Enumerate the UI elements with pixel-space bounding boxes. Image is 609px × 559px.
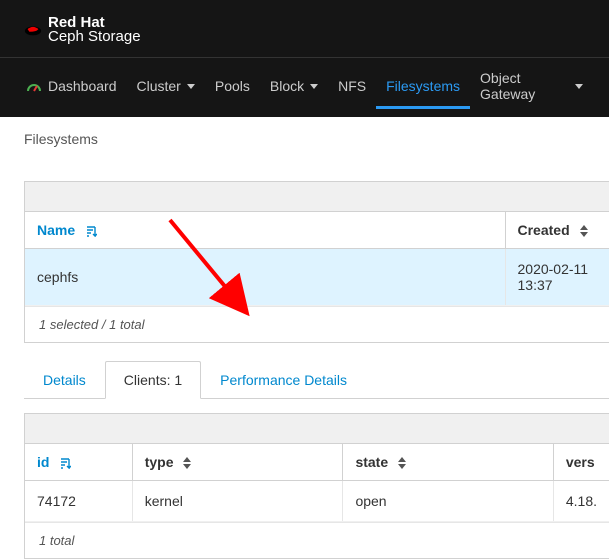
cell-name: cephfs [25,249,505,306]
nav-dashboard-label: Dashboard [48,78,117,94]
breadcrumb-text: Filesystems [24,131,98,147]
table-toolbar [25,414,609,444]
cell-type: kernel [132,481,343,522]
nav-nfs-label: NFS [338,78,366,94]
col-name[interactable]: Name [25,212,505,249]
chevron-down-icon [187,84,195,89]
filesystems-table: Name Created cephfs 2020-02-11 13:37 1 s… [24,181,609,343]
col-type-label: type [145,454,174,470]
sort-icon [398,457,406,469]
nav-pools[interactable]: Pools [205,66,260,109]
nav-block[interactable]: Block [260,66,328,109]
tab-details[interactable]: Details [24,361,105,399]
brand-line2: Ceph Storage [48,28,141,45]
nav-filesystems[interactable]: Filesystems [376,66,470,109]
table-footer: 1 total [25,522,609,558]
nav-nfs[interactable]: NFS [328,66,376,109]
table-footer: 1 selected / 1 total [25,306,609,342]
cell-vers: 4.18. [553,481,609,522]
col-type[interactable]: type [132,444,343,481]
breadcrumb: Filesystems [0,117,609,161]
nav-object-gateway-label: Object Gateway [480,70,569,102]
sort-icon [580,225,588,237]
nav-pools-label: Pools [215,78,250,94]
dashboard-icon [26,79,44,93]
col-created[interactable]: Created [505,212,609,249]
col-name-label: Name [37,222,75,238]
tab-clients[interactable]: Clients: 1 [105,361,201,399]
col-state[interactable]: state [343,444,553,481]
cell-state: open [343,481,553,522]
cell-id: 74172 [25,481,132,522]
chevron-down-icon [310,84,318,89]
col-vers[interactable]: vers [553,444,609,481]
nav-filesystems-label: Filesystems [386,78,460,94]
tab-performance-details[interactable]: Performance Details [201,361,366,399]
app-header: Red Hat Ceph Storage Dashboard Cluster P… [0,0,609,117]
col-vers-label: vers [566,454,595,470]
sort-icon [183,457,191,469]
nav-cluster[interactable]: Cluster [127,66,205,109]
table-row[interactable]: cephfs 2020-02-11 13:37 [25,249,609,306]
table-row[interactable]: 74172 kernel open 4.18. [25,481,609,522]
redhat-logo-icon [24,23,42,37]
col-id-label: id [37,454,49,470]
sort-asc-icon [59,457,71,469]
nav-dashboard[interactable]: Dashboard [16,66,127,109]
nav-cluster-label: Cluster [137,78,181,94]
nav-object-gateway[interactable]: Object Gateway [470,58,593,117]
clients-table: id type state vers [24,413,609,559]
sort-asc-icon [85,225,97,237]
main-nav: Dashboard Cluster Pools Block NFS Filesy… [0,57,609,117]
col-state-label: state [355,454,388,470]
col-created-label: Created [518,222,570,238]
col-id[interactable]: id [25,444,132,481]
detail-tabs: Details Clients: 1 Performance Details [24,361,609,399]
chevron-down-icon [575,84,583,89]
table-toolbar [25,182,609,212]
brand[interactable]: Red Hat Ceph Storage [0,0,609,57]
cell-created: 2020-02-11 13:37 [505,249,609,306]
nav-block-label: Block [270,78,304,94]
